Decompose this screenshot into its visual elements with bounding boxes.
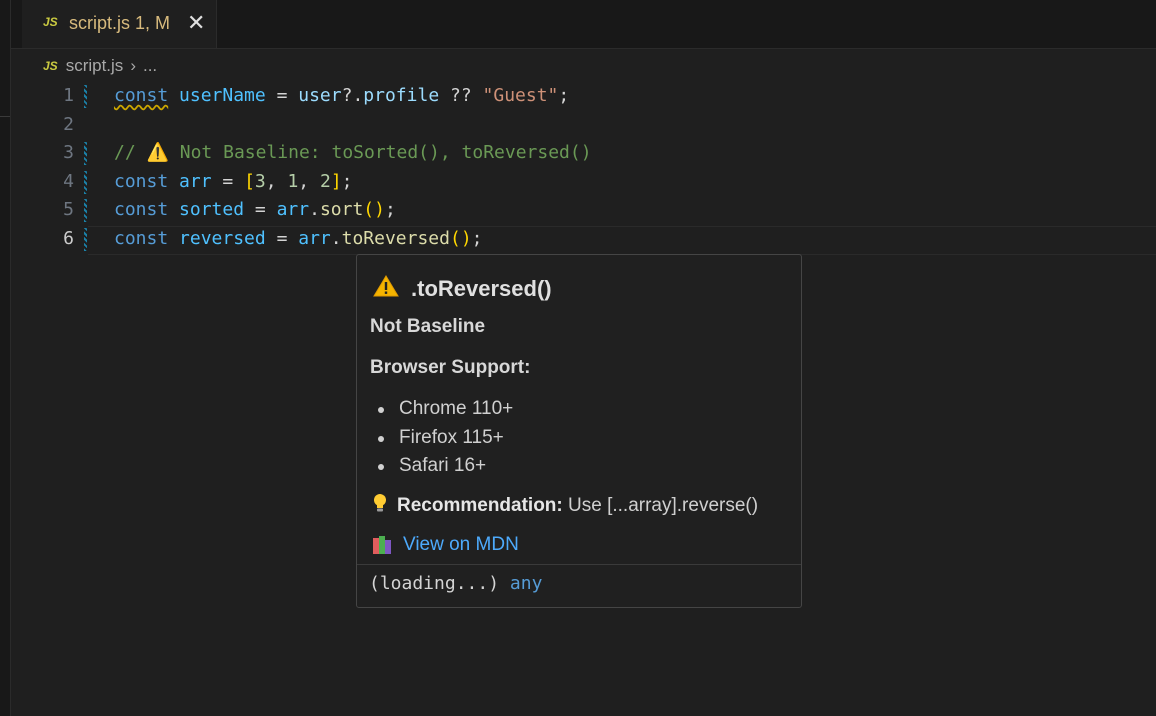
code-text: const arr = [3, 1, 2]; xyxy=(114,171,353,192)
code-line-active[interactable]: 6 const reversed = arr.toReversed(); xyxy=(0,225,1156,253)
warning-icon xyxy=(373,275,399,303)
tab-label: script.js 1, M xyxy=(69,13,171,33)
git-modified-marker xyxy=(84,199,87,222)
browser-support-heading: Browser Support: xyxy=(370,357,531,378)
code-text: const userName = user?.profile ?? "Guest… xyxy=(114,85,570,106)
hover-title: .toReversed() xyxy=(373,275,552,303)
list-item: Firefox 115+ xyxy=(377,424,513,453)
code-line[interactable]: 3 // ⚠️ Not Baseline: toSorted(), toReve… xyxy=(0,139,1156,167)
git-modified-marker xyxy=(84,142,87,165)
list-item: Chrome 110+ xyxy=(377,395,513,424)
lightbulb-icon xyxy=(373,493,387,519)
line-number: 3 xyxy=(63,142,74,163)
close-icon[interactable]: ✕ xyxy=(187,10,205,36)
code-comment: // ⚠️ Not Baseline: toSorted(), toRevers… xyxy=(114,142,592,163)
hover-tooltip: .toReversed() Not Baseline Browser Suppo… xyxy=(356,254,802,608)
breadcrumb-file[interactable]: script.js xyxy=(66,56,124,76)
books-icon xyxy=(373,536,393,554)
tab-script-js[interactable]: JS script.js 1, M ✕ xyxy=(22,0,217,48)
git-modified-marker xyxy=(84,171,87,194)
baseline-status: Not Baseline xyxy=(370,316,486,337)
link-text: View on MDN xyxy=(403,534,519,555)
line-number: 1 xyxy=(63,85,74,106)
line-number: 4 xyxy=(63,171,74,192)
code-text: const reversed = arr.toReversed(); xyxy=(114,228,483,249)
line-number: 5 xyxy=(63,199,74,220)
git-modified-marker xyxy=(84,85,87,108)
line-number: 6 xyxy=(63,228,74,249)
tab-bar: JS script.js 1, M ✕ xyxy=(11,0,1156,49)
breadcrumb: JS script.js › ... xyxy=(43,55,157,77)
code-text: const sorted = arr.sort(); xyxy=(114,199,396,220)
git-modified-marker xyxy=(84,228,87,251)
javascript-file-icon: JS xyxy=(43,59,58,73)
code-line[interactable]: 2 xyxy=(0,111,1156,139)
code-line[interactable]: 1 const userName = user?.profile ?? "Gue… xyxy=(0,82,1156,110)
code-line[interactable]: 5 const sorted = arr.sort(); xyxy=(0,196,1156,224)
code-line[interactable]: 4 const arr = [3, 1, 2]; xyxy=(0,168,1156,196)
list-item: Safari 16+ xyxy=(377,452,513,481)
breadcrumb-symbol[interactable]: ... xyxy=(143,56,157,76)
recommendation: Recommendation: Use [...array].reverse() xyxy=(373,493,758,519)
view-on-mdn-link[interactable]: View on MDN xyxy=(373,534,519,556)
chevron-right-icon: › xyxy=(130,56,136,75)
line-number: 2 xyxy=(63,114,74,135)
browser-support-list: Chrome 110+ Firefox 115+ Safari 16+ xyxy=(377,395,513,481)
divider xyxy=(357,564,801,565)
type-signature: (loading...) any xyxy=(369,573,543,594)
hover-method-name: .toReversed() xyxy=(411,276,552,301)
javascript-file-icon: JS xyxy=(43,15,58,29)
